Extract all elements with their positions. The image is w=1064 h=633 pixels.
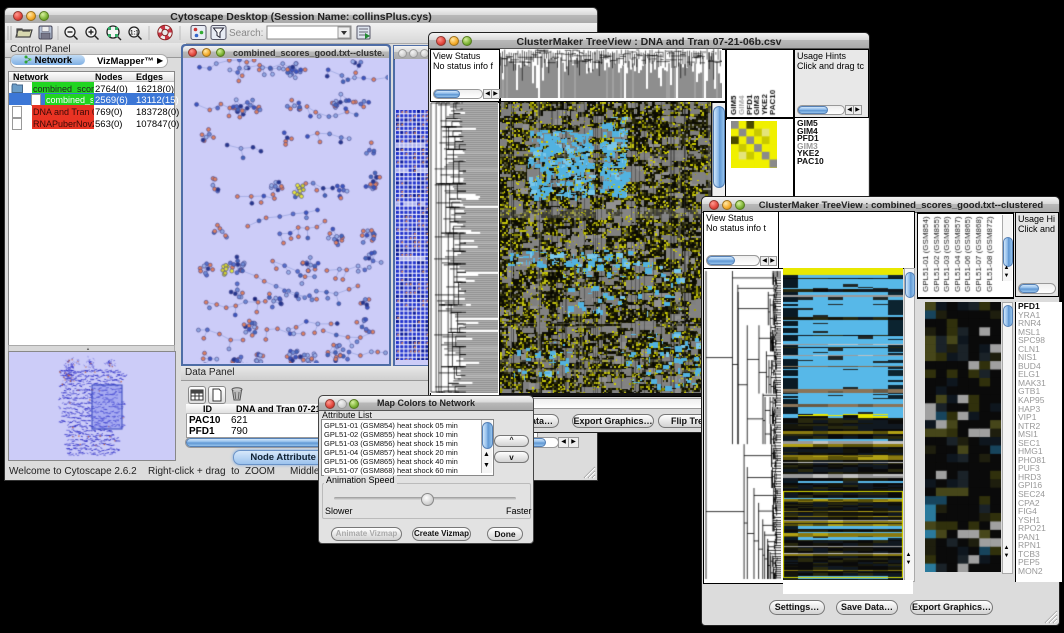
svg-text:1:1: 1:1	[130, 31, 139, 37]
svg-text:Search:: Search:	[229, 28, 263, 39]
